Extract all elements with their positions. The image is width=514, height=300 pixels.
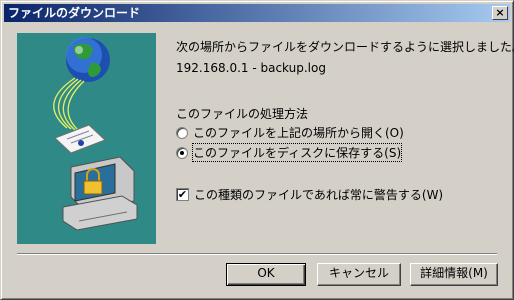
ok-button[interactable]: OK	[226, 263, 306, 286]
window-title: ファイルのダウンロード	[8, 6, 141, 20]
cancel-button[interactable]: キャンセル	[317, 263, 401, 286]
always-ask-checkbox[interactable]: ✔ この種類のファイルであれば常に警告する(W)	[176, 186, 443, 203]
open-file-label: このファイルを上記の場所から開く(O)	[193, 126, 404, 140]
save-file-radio[interactable]: このファイルをディスクに保存する(S)	[176, 143, 403, 162]
close-icon: ×	[495, 6, 505, 19]
separator	[17, 253, 497, 255]
file-source: 192.168.0.1 - backup.log	[176, 61, 326, 75]
document-icon	[54, 124, 106, 154]
download-dialog: ファイルのダウンロード × 次の場所からファイルをダウンロードするように選択しま…	[0, 0, 514, 300]
checkbox[interactable]: ✔	[176, 188, 189, 201]
radio-button[interactable]	[176, 126, 188, 139]
radio-button-selected[interactable]	[176, 146, 188, 159]
globe-icon	[66, 37, 110, 82]
close-button[interactable]: ×	[492, 6, 508, 20]
title-bar[interactable]: ファイルのダウンロード ×	[4, 4, 510, 22]
always-ask-label: この種類のファイルであれば常に警告する(W)	[194, 188, 444, 202]
details-button[interactable]: 詳細情報(M)	[410, 263, 498, 286]
download-lines	[53, 77, 85, 132]
section-title: このファイルの処理方法	[176, 107, 309, 121]
open-file-radio[interactable]: このファイルを上記の場所から開く(O)	[176, 124, 404, 141]
download-illustration	[17, 33, 156, 244]
download-message: 次の場所からファイルをダウンロードするように選択しました。	[176, 40, 514, 54]
save-file-label: このファイルをディスクに保存する(S)	[191, 143, 403, 162]
